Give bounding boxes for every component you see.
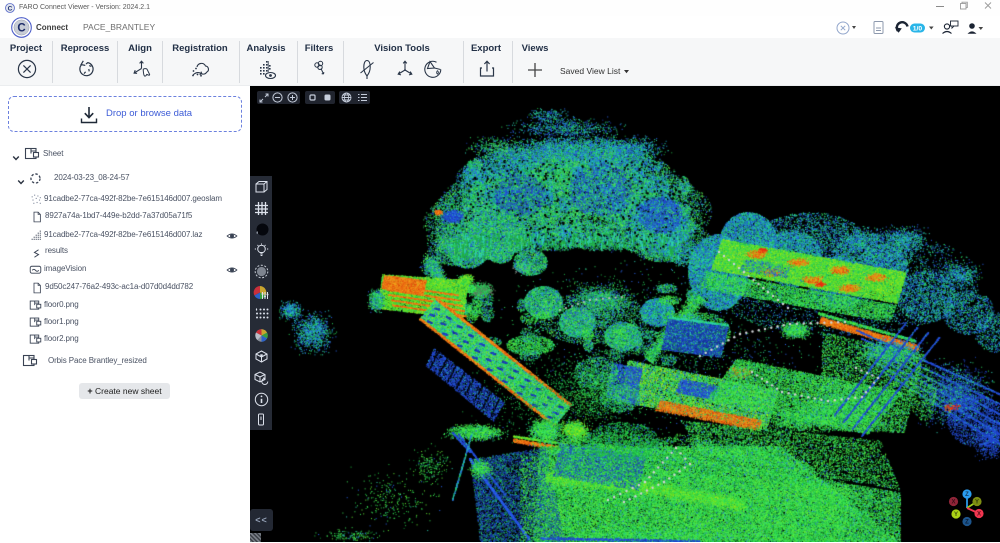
svg-text:Z: Z bbox=[965, 520, 969, 526]
svg-text:C: C bbox=[17, 23, 25, 35]
svg-text:X: X bbox=[977, 512, 981, 518]
svg-text:1/0: 1/0 bbox=[913, 25, 923, 32]
svg-text:Y: Y bbox=[954, 512, 958, 518]
svg-text:Z: Z bbox=[965, 492, 969, 498]
svg-text:X: X bbox=[951, 500, 955, 506]
svg-text:C: C bbox=[8, 5, 13, 12]
svg-text:Y: Y bbox=[975, 500, 979, 506]
